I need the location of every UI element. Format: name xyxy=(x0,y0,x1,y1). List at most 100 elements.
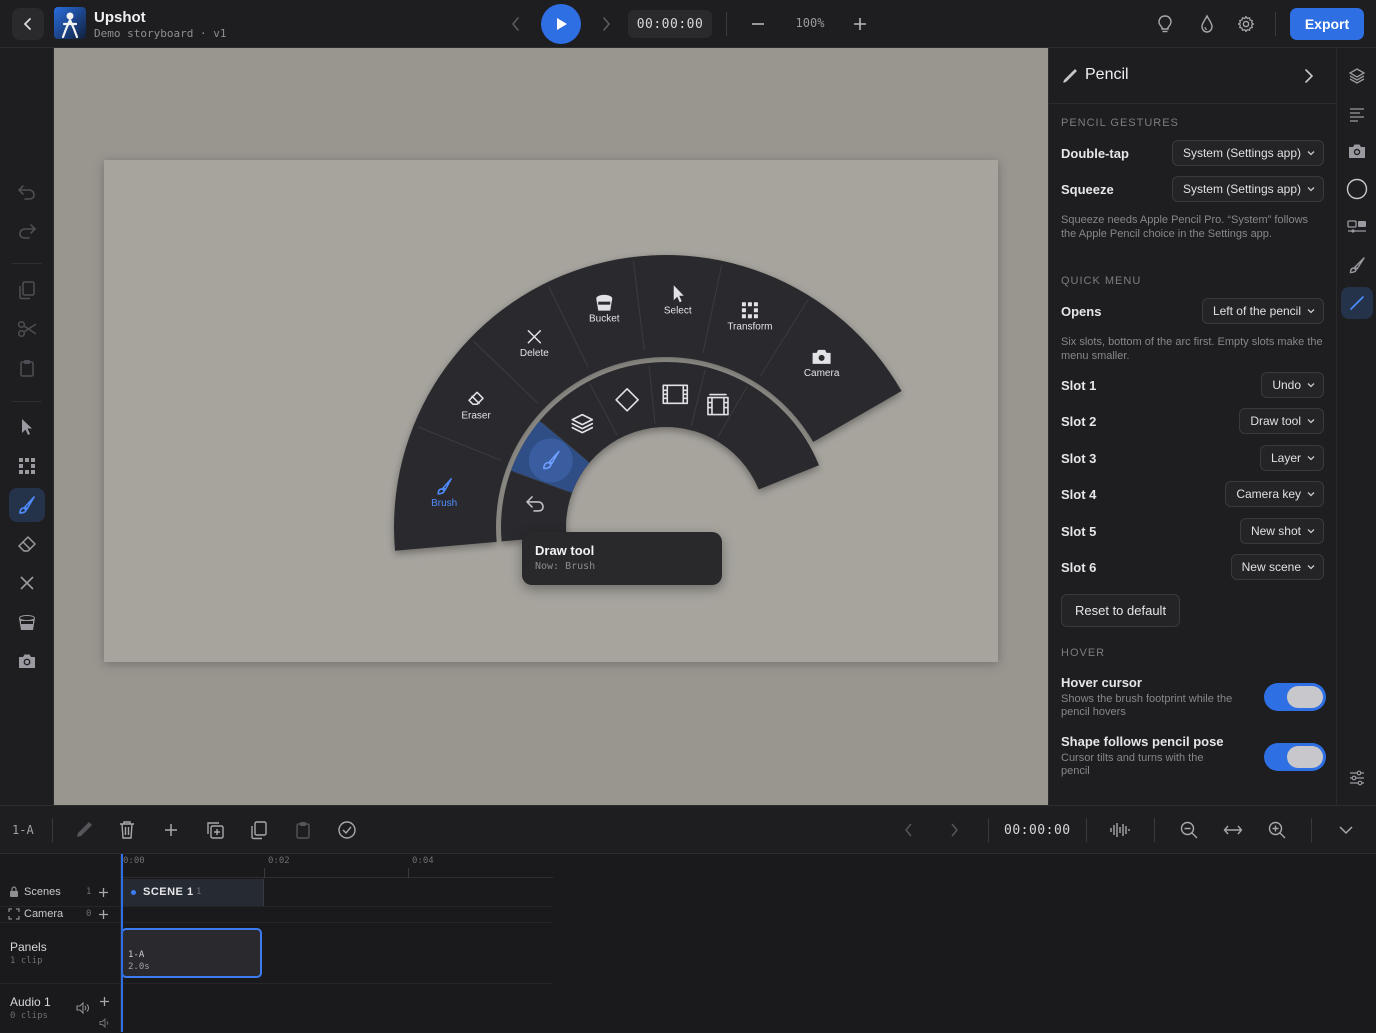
pencil-panel-button[interactable] xyxy=(1341,287,1373,319)
add-shot-button[interactable] xyxy=(159,818,183,842)
select-tool-button[interactable] xyxy=(9,410,45,444)
add-scene-button[interactable] xyxy=(97,886,109,898)
add-audio-button[interactable] xyxy=(99,994,111,1006)
hover-cursor-label: Hover cursor xyxy=(1061,675,1142,690)
text-panel-button[interactable] xyxy=(1341,98,1373,130)
top-bar: Upshot Demo storyboard · v1 00:00:00 100… xyxy=(0,0,1376,48)
audio-volume-button[interactable] xyxy=(99,1015,111,1029)
chevron-down-icon xyxy=(1307,565,1315,570)
shape-follows-toggle[interactable] xyxy=(1264,743,1326,771)
paste-button[interactable] xyxy=(9,351,45,385)
shape-follows-description: Cursor tilts and turns with the pencil xyxy=(1061,752,1204,777)
play-button[interactable] xyxy=(541,4,581,44)
copy-button[interactable] xyxy=(9,273,45,307)
previous-button[interactable] xyxy=(504,12,528,36)
dropdown-value: Left of the pencil xyxy=(1212,304,1301,318)
zoom-out-button[interactable] xyxy=(746,12,770,36)
delete-tool-button[interactable] xyxy=(9,566,45,600)
slot-4-dropdown[interactable]: Camera key xyxy=(1225,481,1324,507)
slots-note: Six slots, bottom of the arc first. Empt… xyxy=(1061,336,1323,362)
waveform-button[interactable] xyxy=(1108,818,1132,842)
dropdown-value: Layer xyxy=(1270,451,1301,465)
delete-shot-button[interactable] xyxy=(115,818,139,842)
slot-1-dropdown[interactable]: Undo xyxy=(1261,372,1324,398)
slot-3-dropdown[interactable]: Layer xyxy=(1259,445,1324,471)
scenes-track-count: 1 xyxy=(86,887,92,897)
camera-tool-button[interactable] xyxy=(9,644,45,678)
brush-tool-button[interactable] xyxy=(9,488,45,522)
tick-label: 0:02 xyxy=(268,856,290,866)
next-button[interactable] xyxy=(594,12,618,36)
ink-drop-button[interactable] xyxy=(1195,12,1219,36)
fit-timeline-button[interactable] xyxy=(1221,818,1245,842)
panels-track-label: Panels xyxy=(10,940,47,954)
layers-panel-button[interactable] xyxy=(1341,60,1373,92)
chevron-right-icon xyxy=(1305,69,1314,83)
back-button[interactable] xyxy=(12,8,44,40)
squeeze-dropdown[interactable]: System (Settings app) xyxy=(1171,176,1324,202)
plus-icon xyxy=(854,18,866,30)
reset-to-default-button[interactable]: Reset to default xyxy=(1061,594,1181,627)
speaker-icon xyxy=(99,1017,109,1029)
camera-track-count: 0 xyxy=(86,909,92,919)
eraser-icon xyxy=(18,536,36,552)
scene-label: SCENE 1 xyxy=(143,886,194,898)
hover-cursor-description: Shows the brush footprint while the penc… xyxy=(1061,693,1233,718)
tool-label: Delete xyxy=(520,348,549,359)
slot-5-dropdown[interactable]: New shot xyxy=(1239,518,1324,544)
approve-shot-button[interactable] xyxy=(335,818,359,842)
zoom-in-button[interactable] xyxy=(848,12,872,36)
mute-audio-button[interactable] xyxy=(76,1001,92,1015)
hover-cursor-toggle[interactable] xyxy=(1264,683,1326,711)
next-shot-button[interactable] xyxy=(942,818,966,842)
opens-dropdown[interactable]: Left of the pencil xyxy=(1201,298,1324,324)
adjustments-button[interactable] xyxy=(1341,762,1373,794)
timeline-ruler[interactable]: 0:00 0:02 0:04 xyxy=(121,854,553,878)
export-button[interactable]: Export xyxy=(1290,8,1364,40)
duplicate-shot-button[interactable] xyxy=(203,818,227,842)
eraser-tool-button[interactable] xyxy=(9,527,45,561)
timeline-zoom-in-button[interactable] xyxy=(1265,818,1289,842)
camera-panel-button[interactable] xyxy=(1341,135,1373,167)
dropdown-value: Undo xyxy=(1272,378,1301,392)
draw-tool-slot-item[interactable] xyxy=(528,438,573,483)
close-icon xyxy=(20,576,34,590)
cut-button[interactable] xyxy=(9,312,45,346)
storyboard-panel-button[interactable] xyxy=(1341,211,1373,243)
add-camera-key-button[interactable] xyxy=(97,908,109,920)
bucket-tool-button[interactable] xyxy=(9,605,45,639)
draw-shot-button[interactable] xyxy=(71,818,95,842)
gear-icon xyxy=(1237,15,1255,33)
divider xyxy=(52,818,53,842)
double-tap-dropdown[interactable]: System (Settings app) xyxy=(1171,140,1324,166)
brush-panel-button[interactable] xyxy=(1341,249,1373,281)
transform-tool-button[interactable] xyxy=(9,449,45,483)
copy-shot-button[interactable] xyxy=(247,818,271,842)
scene-block[interactable]: SCENE 1 1 xyxy=(123,879,264,906)
panel-clip[interactable]: 1-A 2.0s xyxy=(121,928,262,978)
undo-button[interactable] xyxy=(9,175,45,209)
slot-2-dropdown[interactable]: Draw tool xyxy=(1239,408,1324,434)
lightbulb-button[interactable] xyxy=(1153,12,1177,36)
toggle-knob xyxy=(1287,746,1323,768)
right-icon-rail xyxy=(1336,48,1376,805)
circle-icon xyxy=(1346,178,1368,200)
playhead[interactable] xyxy=(121,854,123,1032)
check-circle-icon xyxy=(338,821,356,839)
chevron-left-icon xyxy=(23,18,31,30)
collapse-panel-button[interactable] xyxy=(1297,64,1321,88)
previous-shot-button[interactable] xyxy=(897,818,921,842)
color-panel-button[interactable] xyxy=(1341,173,1373,205)
paste-shot-button[interactable] xyxy=(291,818,315,842)
brush-icon xyxy=(19,496,35,514)
dropdown-value: Draw tool xyxy=(1250,414,1301,428)
redo-button[interactable] xyxy=(9,214,45,248)
settings-button[interactable] xyxy=(1234,12,1258,36)
slot-4-label: Slot 4 xyxy=(1061,487,1097,502)
timeline-zoom-out-button[interactable] xyxy=(1177,818,1201,842)
dropdown-value: New shot xyxy=(1250,524,1301,538)
canvas-stage[interactable]: Brush Eraser Delete Bucket Select Transform Ca… xyxy=(54,48,1048,805)
slot-6-dropdown[interactable]: New scene xyxy=(1230,554,1324,580)
collapse-timeline-button[interactable] xyxy=(1334,818,1358,842)
chevron-down-icon xyxy=(1307,151,1315,156)
